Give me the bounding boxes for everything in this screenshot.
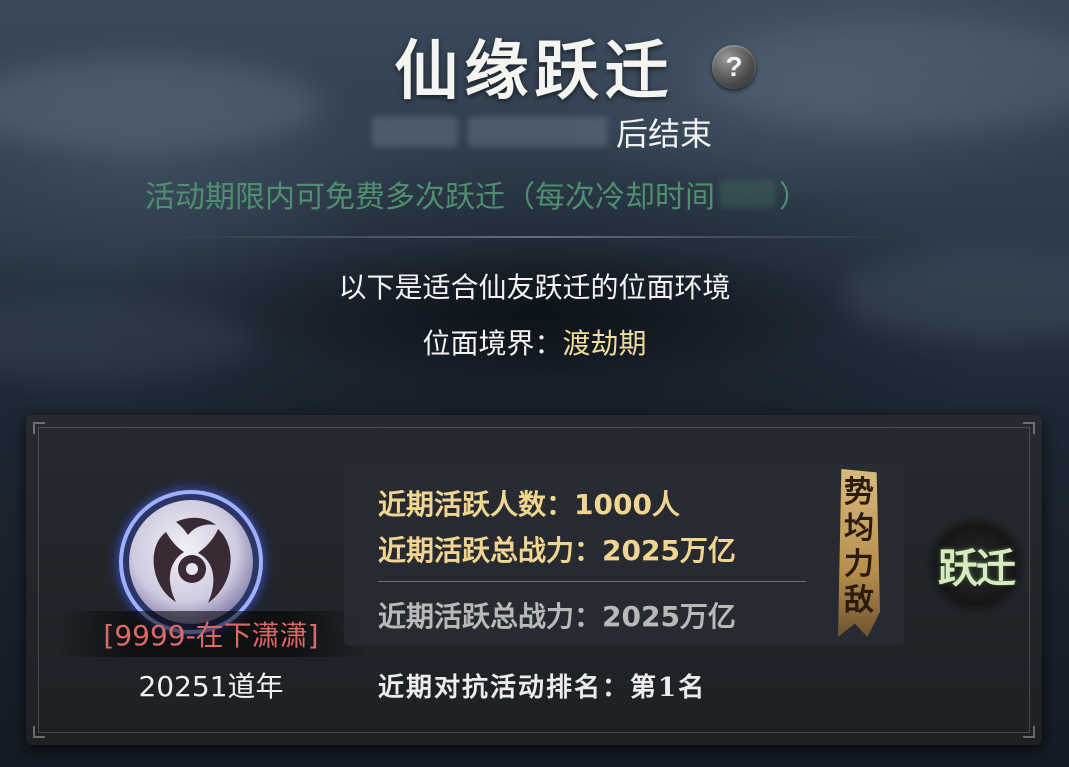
jump-button-label: 跃迁 [938,545,1016,592]
frame-corner [1023,726,1035,738]
title-row: 仙缘跃迁 [0,26,1069,109]
stats-panel: 近期活跃人数：1000人 近期活跃总战力：2025万亿 近期活跃总战力：2025… [344,463,904,645]
frame-corner [1023,422,1035,434]
server-name: [9999-在下潇潇] [56,611,366,657]
divider [170,236,900,238]
balance-banner-text: 势 均 力 敌 [838,475,880,619]
hint-prefix: 活动期限内可免费多次跃迁（每次冷却时间 [145,180,715,215]
page-title: 仙缘跃迁 [394,34,675,109]
stats-divider [378,581,806,582]
frame-corner [33,726,45,738]
realm-label: 位面境界： [422,327,563,360]
help-symbol: ? [725,51,743,82]
realm-line: 位面境界：渡劫期 [0,322,1069,362]
cooldown-hint: 活动期限内可免费多次跃迁（每次冷却时间 ） [145,172,809,216]
server-card: [9999-在下潇潇] 20251道年 近期活跃人数：1000人 近期活跃总战力… [26,415,1042,745]
countdown-suffix: 后结束 [616,115,713,153]
environment-intro: 以下是适合仙友跃迁的位面环境 [338,271,731,304]
help-icon[interactable]: ? [712,45,756,89]
hint-suffix: ） [779,180,809,215]
frame-corner [33,422,45,434]
server-year: 20251道年 [138,670,284,703]
jump-button[interactable]: 跃迁 [926,515,1026,615]
activity-screen: 仙缘跃迁 ? 后结束 活动期限内可免费多次跃迁（每次冷却时间 ） 以下是适合仙友… [0,0,1069,767]
active-power-stat: 近期活跃总战力：2025万亿 [378,534,736,567]
active-players-stat: 近期活跃人数：1000人 [378,488,680,521]
compare-power-stat: 近期活跃总战力：2025万亿 [378,600,736,633]
realm-value: 渡劫期 [562,327,647,360]
activity-rank: 近期对抗活动排名：第1名 [378,673,707,703]
cooldown-hidden-value [719,180,775,208]
banner-char: 均 [844,511,874,546]
banner-char: 敌 [844,583,874,618]
banner-char: 势 [844,475,874,510]
countdown-hidden-value [372,117,458,147]
info-backdrop [120,240,950,390]
banner-char: 力 [844,547,874,582]
countdown-hidden-value [468,117,608,147]
countdown-row: 后结束 [372,108,712,156]
